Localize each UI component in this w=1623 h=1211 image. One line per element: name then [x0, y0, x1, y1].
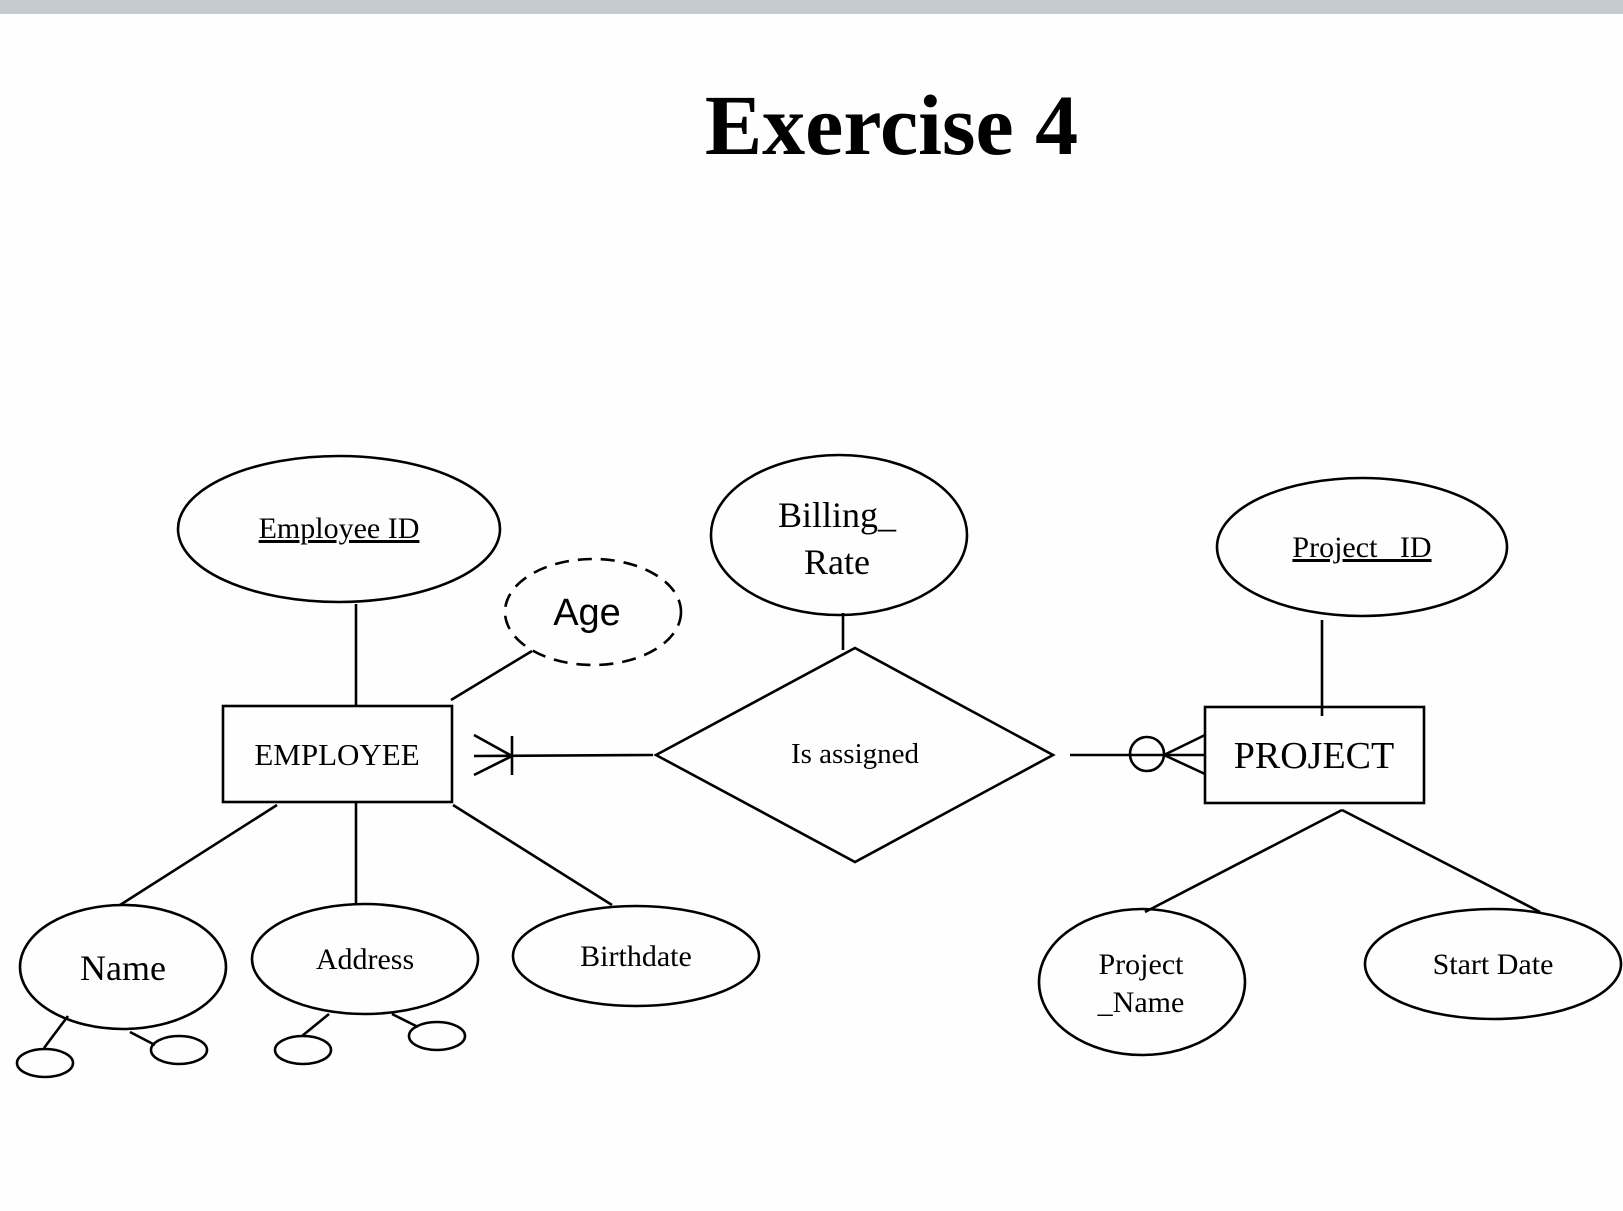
name-sub-attribute-1[interactable] — [15, 1047, 75, 1079]
name-connector — [119, 803, 278, 907]
employee-id-label: Employee ID — [259, 512, 420, 545]
billing-rate-label-line2: Rate — [804, 542, 870, 582]
address-sub-attributes — [273, 1012, 467, 1066]
name-sub-attributes — [15, 1015, 209, 1079]
zero-or-many-cardinality-icon — [1070, 733, 1206, 776]
start-date-label: Start Date — [1433, 948, 1554, 981]
age-label: Age — [553, 592, 621, 634]
relationship-label: Is assigned — [791, 738, 920, 770]
birthdate-connector — [452, 803, 613, 907]
address-sub-attribute-1[interactable] — [273, 1034, 333, 1066]
project-name-label-line1: Project — [1099, 948, 1185, 981]
billing-rate-attribute[interactable] — [709, 453, 969, 617]
project-name-attribute[interactable] — [1037, 907, 1247, 1057]
one-or-many-cardinality-icon — [473, 733, 654, 777]
name-label: Name — [80, 948, 166, 988]
name-sub-attribute-2[interactable] — [149, 1034, 209, 1066]
project-entity-label: PROJECT — [1234, 735, 1394, 777]
age-connector — [450, 649, 533, 702]
address-label: Address — [316, 943, 414, 976]
billing-rate-label-line1: Billing_ — [778, 495, 897, 535]
start-date-connector — [1341, 808, 1541, 914]
birthdate-label: Birthdate — [580, 940, 692, 973]
address-sub-attribute-2[interactable] — [407, 1020, 467, 1052]
employee-entity-label: EMPLOYEE — [254, 737, 419, 772]
project-id-label: Project_ ID — [1292, 531, 1431, 564]
project-name-connector — [1144, 808, 1343, 914]
project-name-label-line2: _Name — [1097, 986, 1185, 1019]
er-diagram: EMPLOYEE PROJECT Is assigned Employee ID… — [15, 453, 1623, 1079]
